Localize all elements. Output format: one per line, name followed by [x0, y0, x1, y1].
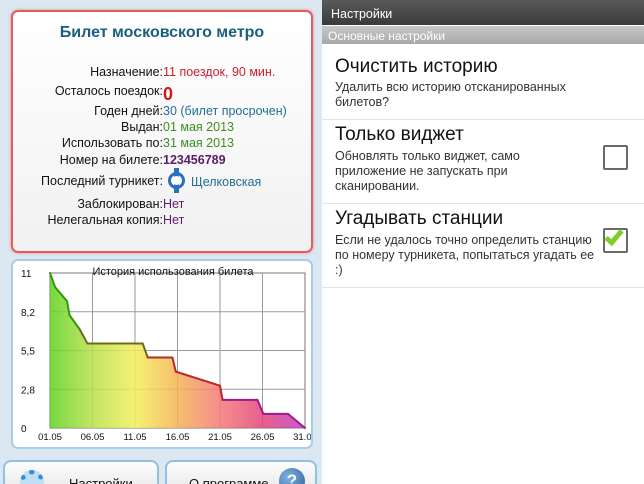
ticket-info-card: Билет московского метро Назначение: 11 п… [11, 10, 313, 253]
chart-y-tick-label: 8,2 [21, 308, 35, 319]
widget-only-checkbox[interactable] [603, 145, 628, 170]
trips-left-label: Осталось поездок: [54, 84, 163, 98]
trips-left-value: 0 [163, 84, 174, 104]
row-trips-left: Осталось поездок: 0 [13, 84, 311, 104]
blocked-value: Нет [163, 197, 185, 211]
chart-x-tick-label: 26.05 [251, 432, 275, 443]
bottom-button-bar: Настройки О программе ? [0, 456, 322, 484]
purpose-label: Назначение: [90, 65, 163, 79]
settings-button-label: Настройки [69, 476, 133, 484]
metro-station-icon [168, 168, 185, 193]
usage-history-chart-card: 11 8,2 5,5 2,8 0 01.05 06.05 11.05 16.05 21.05 26.… [11, 259, 313, 449]
valid-days-value: 30 (билет просрочен) [163, 104, 287, 118]
about-button-label: О программе [189, 476, 269, 484]
row-illegal-copy: Нелегальная копия: Нет [13, 213, 311, 233]
pref-clear-history-summary: Удалить всю историю отсканированных биле… [335, 80, 566, 109]
row-ticket-number: Номер на билете: 123456789 [13, 153, 311, 173]
use-by-value: 31 мая 2013 [163, 136, 234, 150]
settings-button[interactable]: Настройки [3, 460, 159, 484]
gear-icon [20, 470, 44, 484]
ticket-screen: Билет московского метро Назначение: 11 п… [0, 0, 322, 484]
pref-widget-only[interactable]: Только виджет Обновлять только виджет, с… [322, 120, 644, 204]
chart-x-tick-label: 21.05 [208, 432, 232, 443]
section-header-label: Основные настройки [328, 29, 446, 43]
illegal-copy-value: Нет [163, 213, 185, 227]
ticket-number-value: 123456789 [163, 153, 226, 167]
chart-x-tick-label: 06.05 [81, 432, 105, 443]
app-bar: Настройки [322, 0, 644, 25]
about-button[interactable]: О программе ? [165, 460, 317, 484]
row-last-turnstile: Последний турникет: Щелковская [13, 168, 311, 194]
usage-history-chart: 11 8,2 5,5 2,8 0 01.05 06.05 11.05 16.05 21.05 26.… [21, 266, 311, 443]
ticket-number-label: Номер на билете: [59, 153, 163, 167]
pref-widget-only-summary: Обновлять только виджет, само приложение… [335, 149, 520, 193]
chart-x-tick-label: 16.05 [166, 432, 190, 443]
issued-value: 01 мая 2013 [163, 120, 234, 134]
illegal-copy-label: Нелегальная копия: [47, 213, 163, 227]
purpose-value: 11 поездок, 90 мин. [163, 65, 276, 79]
pref-guess-stations-title: Угадывать станции [335, 208, 504, 229]
guess-stations-checkbox[interactable] [603, 225, 628, 253]
pref-guess-stations-summary: Если не удалось точно определить станцию… [335, 233, 595, 277]
pref-clear-history[interactable]: Очистить историю Удалить всю историю отс… [322, 46, 644, 120]
chart-y-tick-label: 11 [21, 269, 32, 280]
chart-title: История использования билета [92, 266, 254, 278]
chart-x-tick-label: 01.05 [38, 432, 62, 443]
issued-label: Выдан: [121, 120, 163, 134]
row-purpose: Назначение: 11 поездок, 90 мин. [13, 65, 311, 85]
use-by-label: Использовать по: [61, 136, 163, 150]
chart-y-tick-label: 5,5 [21, 347, 35, 358]
chart-y-tick-label: 2,8 [21, 385, 35, 396]
ticket-title: Билет московского метро [59, 24, 265, 41]
pref-widget-only-title: Только виджет [335, 124, 464, 145]
checkmark-icon [604, 225, 624, 247]
valid-days-label: Годен дней: [94, 104, 163, 118]
chart-x-tick-label: 11.05 [123, 432, 146, 443]
last-turnstile-label: Последний турникет: [41, 174, 163, 188]
last-turnstile-value: Щелковская [168, 168, 262, 193]
help-icon: ? [279, 468, 305, 484]
chart-y-tick-label: 0 [21, 424, 27, 435]
settings-screen: Настройки Основные настройки Очистить ис… [322, 0, 644, 484]
section-header: Основные настройки [322, 26, 644, 44]
chart-x-tick-label: 31.05 [293, 432, 311, 443]
pref-guess-stations[interactable]: Угадывать станции Если не удалось точно … [322, 204, 644, 288]
blocked-label: Заблокирован: [77, 197, 163, 211]
app-bar-title: Настройки [331, 7, 393, 21]
pref-clear-history-title: Очистить историю [335, 56, 498, 77]
station-name: Щелковская [191, 174, 262, 189]
